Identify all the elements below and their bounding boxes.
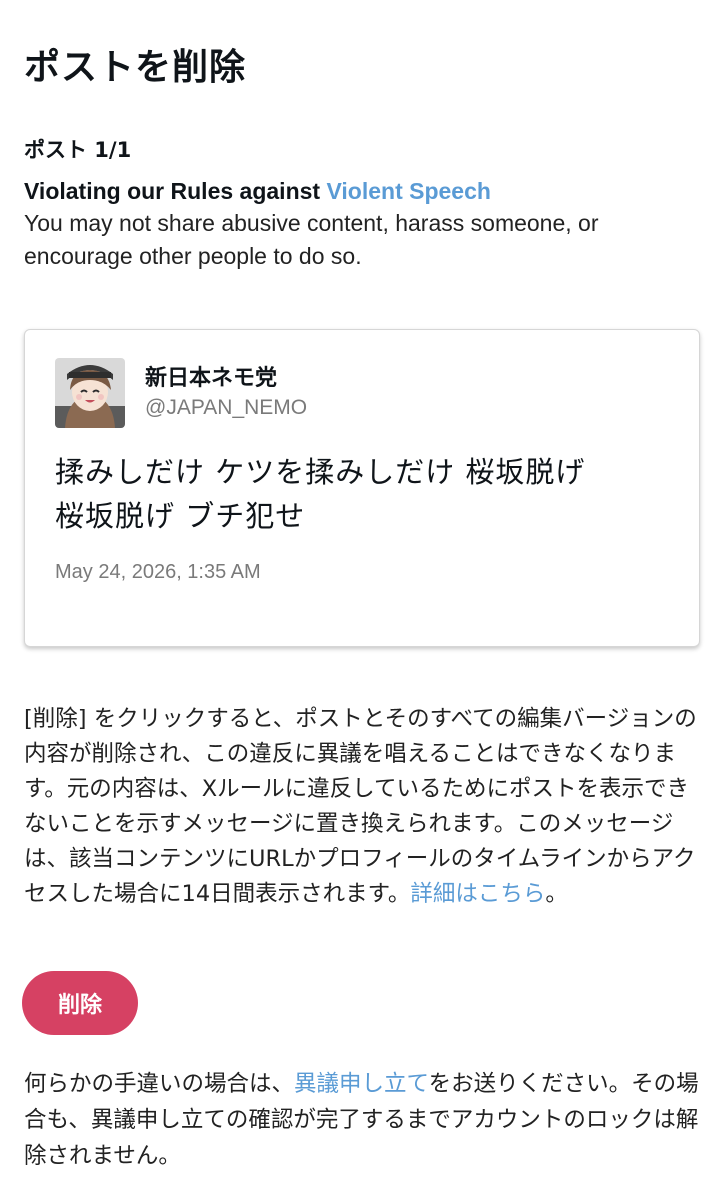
violation-description: You may not share abusive content, haras…: [24, 210, 599, 269]
learn-more-link[interactable]: 詳細はこちら: [410, 881, 545, 907]
delete-button[interactable]: 削除: [22, 971, 138, 1035]
violation-summary: Violating our Rules against Violent Spee…: [24, 175, 704, 273]
post-timestamp: May 24, 2026, 1:35 AM: [55, 561, 261, 583]
delete-explanation: [削除] をクリックすると、ポストとそのすべての編集バージョンの内容が削除され、…: [24, 702, 704, 912]
appeal-notice: 何らかの手違いの場合は、異議申し立てをお送りください。その場合も、異議申し立ての…: [24, 1066, 704, 1174]
violating-post-card: 新日本ネモ党 @JAPAN_NEMO 揉みしだけ ケツを揉みしだけ 桜坂脱げ 桜…: [24, 329, 700, 647]
violation-title-prefix: Violating our Rules against: [24, 178, 327, 204]
post-text-line: 桜坂脱げ ブチ犯せ: [55, 499, 306, 533]
post-display-name: 新日本ネモ党: [145, 366, 278, 391]
post-handle: @JAPAN_NEMO: [145, 396, 308, 419]
post-count: ポスト 1/1: [24, 138, 132, 162]
appeal-notice-prefix: 何らかの手違いの場合は、: [24, 1071, 295, 1097]
appeal-link[interactable]: 異議申し立て: [294, 1071, 429, 1097]
violation-title: Violating our Rules against Violent Spee…: [24, 175, 704, 207]
delete-explanation-text: [削除] をクリックすると、ポストとそのすべての編集バージョンの内容が削除され、…: [24, 706, 697, 907]
post-text-line: 揉みしだけ ケツを揉みしだけ 桜坂脱げ: [55, 455, 586, 489]
avatar-anime-girl-icon: [55, 358, 125, 428]
violent-speech-link[interactable]: Violent Speech: [326, 178, 490, 204]
post-text: 揉みしだけ ケツを揉みしだけ 桜坂脱げ 桜坂脱げ ブチ犯せ: [55, 450, 675, 538]
delete-explanation-suffix: 。: [545, 881, 568, 907]
page-title: ポストを削除: [24, 47, 247, 88]
